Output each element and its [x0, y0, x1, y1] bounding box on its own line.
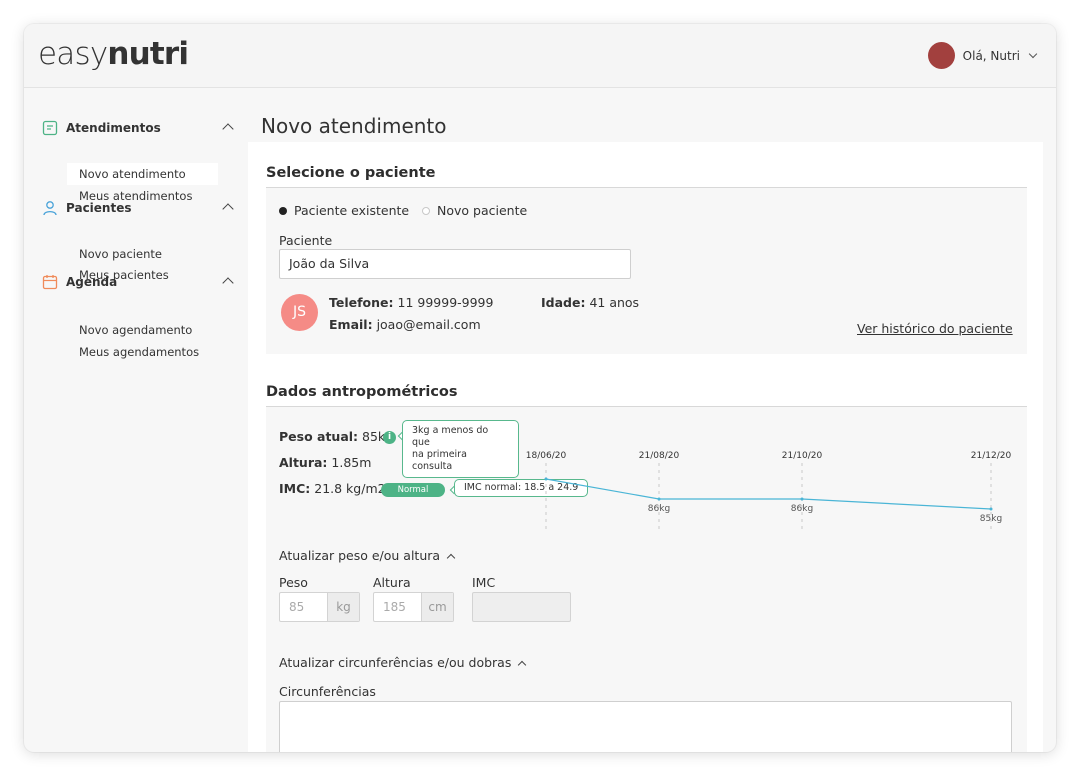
- anthro-panel: Peso atual: 85kg i 3kg a menos do que na…: [266, 407, 1027, 752]
- age-value: 41 anos: [589, 295, 640, 310]
- logo-light-text: easy: [38, 36, 108, 72]
- height-input-label: Altura: [373, 575, 411, 590]
- chart-data-label: 86kg: [791, 504, 813, 514]
- app-window: easynutri Olá, Nutri Atendimentos Novo a…: [24, 24, 1056, 752]
- circumference-label: Circunferências: [279, 684, 376, 699]
- patient-field-label: Paciente: [279, 233, 333, 248]
- patient-panel: Paciente existente Novo paciente Pacient…: [266, 188, 1027, 354]
- patient-history-link[interactable]: Ver histórico do paciente: [857, 321, 1013, 336]
- update-circumference-toggle[interactable]: Atualizar circunferências e/ou dobras: [279, 655, 527, 670]
- app-logo[interactable]: easynutri: [38, 34, 189, 74]
- chart-x-tick-label: 21/12/20: [971, 451, 1012, 461]
- logo-bold-text: nutri: [107, 36, 189, 72]
- chart-x-tick-label: 21/08/20: [639, 451, 680, 461]
- chart-point: [800, 497, 804, 501]
- height-input[interactable]: 185 cm: [373, 592, 454, 622]
- email-value: joao@email.com: [376, 317, 481, 332]
- email-label: Email:: [329, 317, 373, 332]
- sidebar-group-label: Atendimentos: [66, 121, 161, 135]
- sidebar: Atendimentos Novo atendimento Meus atend…: [24, 88, 248, 752]
- user-menu[interactable]: Olá, Nutri: [927, 42, 1038, 69]
- chevron-up-icon: [446, 553, 456, 562]
- height-unit: cm: [421, 593, 453, 621]
- chart-data-label: 85kg: [980, 514, 1002, 524]
- document-icon: [42, 120, 58, 136]
- sidebar-item-novo-agendamento[interactable]: Novo agendamento: [67, 319, 218, 341]
- weight-unit: kg: [327, 593, 359, 621]
- chart-x-tick-label: 21/10/20: [782, 451, 823, 461]
- calendar-icon: [42, 275, 58, 290]
- chart-x-tick-label: 18/06/20: [526, 451, 567, 461]
- weight-input-label: Peso: [279, 575, 308, 590]
- patient-email: Email: joao@email.com: [329, 317, 481, 332]
- radio-new-patient[interactable]: Novo paciente: [422, 203, 527, 218]
- sidebar-item-novo-atendimento[interactable]: Novo atendimento: [67, 163, 218, 185]
- section-title-anthro: Dados antropométricos: [266, 384, 458, 400]
- chevron-up-icon[interactable]: [222, 203, 234, 215]
- update-weight-toggle[interactable]: Atualizar peso e/ou altura: [279, 548, 456, 563]
- user-greeting: Olá, Nutri: [962, 48, 1020, 63]
- chart-point: [544, 477, 548, 481]
- bmi-input: [472, 592, 571, 622]
- sidebar-group-pacientes[interactable]: Pacientes: [42, 200, 234, 216]
- chart-point: [989, 507, 993, 511]
- top-bar: easynutri Olá, Nutri: [24, 24, 1056, 88]
- chevron-down-icon: [1028, 49, 1038, 59]
- chart-series-line: [545, 478, 992, 510]
- age-label: Idade:: [541, 295, 586, 310]
- radio-label: Paciente existente: [294, 203, 410, 218]
- avatar: [927, 42, 955, 69]
- sidebar-group-label: Pacientes: [66, 201, 132, 215]
- patient-phone: Telefone: 11 99999-9999: [329, 295, 493, 310]
- chevron-up-icon[interactable]: [222, 123, 234, 135]
- main-content: Selecione o paciente Paciente existente …: [248, 142, 1043, 752]
- radio-selected-icon: [279, 206, 287, 215]
- phone-value: 11 99999-9999: [397, 295, 494, 310]
- sidebar-item-novo-paciente[interactable]: Novo paciente: [67, 243, 218, 265]
- radio-existing-patient[interactable]: Paciente existente: [279, 203, 409, 218]
- sidebar-group-label: Agenda: [66, 275, 118, 289]
- page-title: Novo atendimento: [261, 114, 447, 138]
- patient-age: Idade: 41 anos: [541, 295, 639, 310]
- patient-input[interactable]: João da Silva: [279, 249, 631, 279]
- height-placeholder: 185: [383, 600, 406, 614]
- user-icon: [43, 201, 57, 216]
- chart-point: [657, 497, 661, 501]
- update-circumference-title: Atualizar circunferências e/ou dobras: [279, 655, 512, 670]
- sidebar-group-agenda[interactable]: Agenda: [42, 274, 234, 290]
- chevron-up-icon: [518, 660, 527, 669]
- sidebar-group-atendimentos[interactable]: Atendimentos: [42, 120, 234, 136]
- phone-label: Telefone:: [329, 295, 394, 310]
- weight-placeholder: 85: [289, 600, 305, 614]
- weight-input[interactable]: 85 kg: [279, 592, 360, 622]
- sidebar-item-meus-agendamentos[interactable]: Meus agendamentos: [67, 341, 218, 363]
- chart-data-label: 86kg: [648, 504, 670, 514]
- section-title-patient: Selecione o paciente: [266, 165, 436, 181]
- circumference-textarea[interactable]: [279, 701, 1012, 752]
- patient-avatar: JS: [281, 294, 318, 331]
- bmi-input-label: IMC: [472, 575, 496, 590]
- update-weight-title: Atualizar peso e/ou altura: [279, 548, 441, 563]
- weight-history-chart: 18/06/20 21/08/20 21/10/20 21/12/20 86kg 86kg…: [526, 451, 1012, 529]
- chevron-up-icon[interactable]: [222, 277, 234, 289]
- radio-label: Novo paciente: [437, 203, 528, 218]
- radio-unselected-icon: [422, 206, 430, 215]
